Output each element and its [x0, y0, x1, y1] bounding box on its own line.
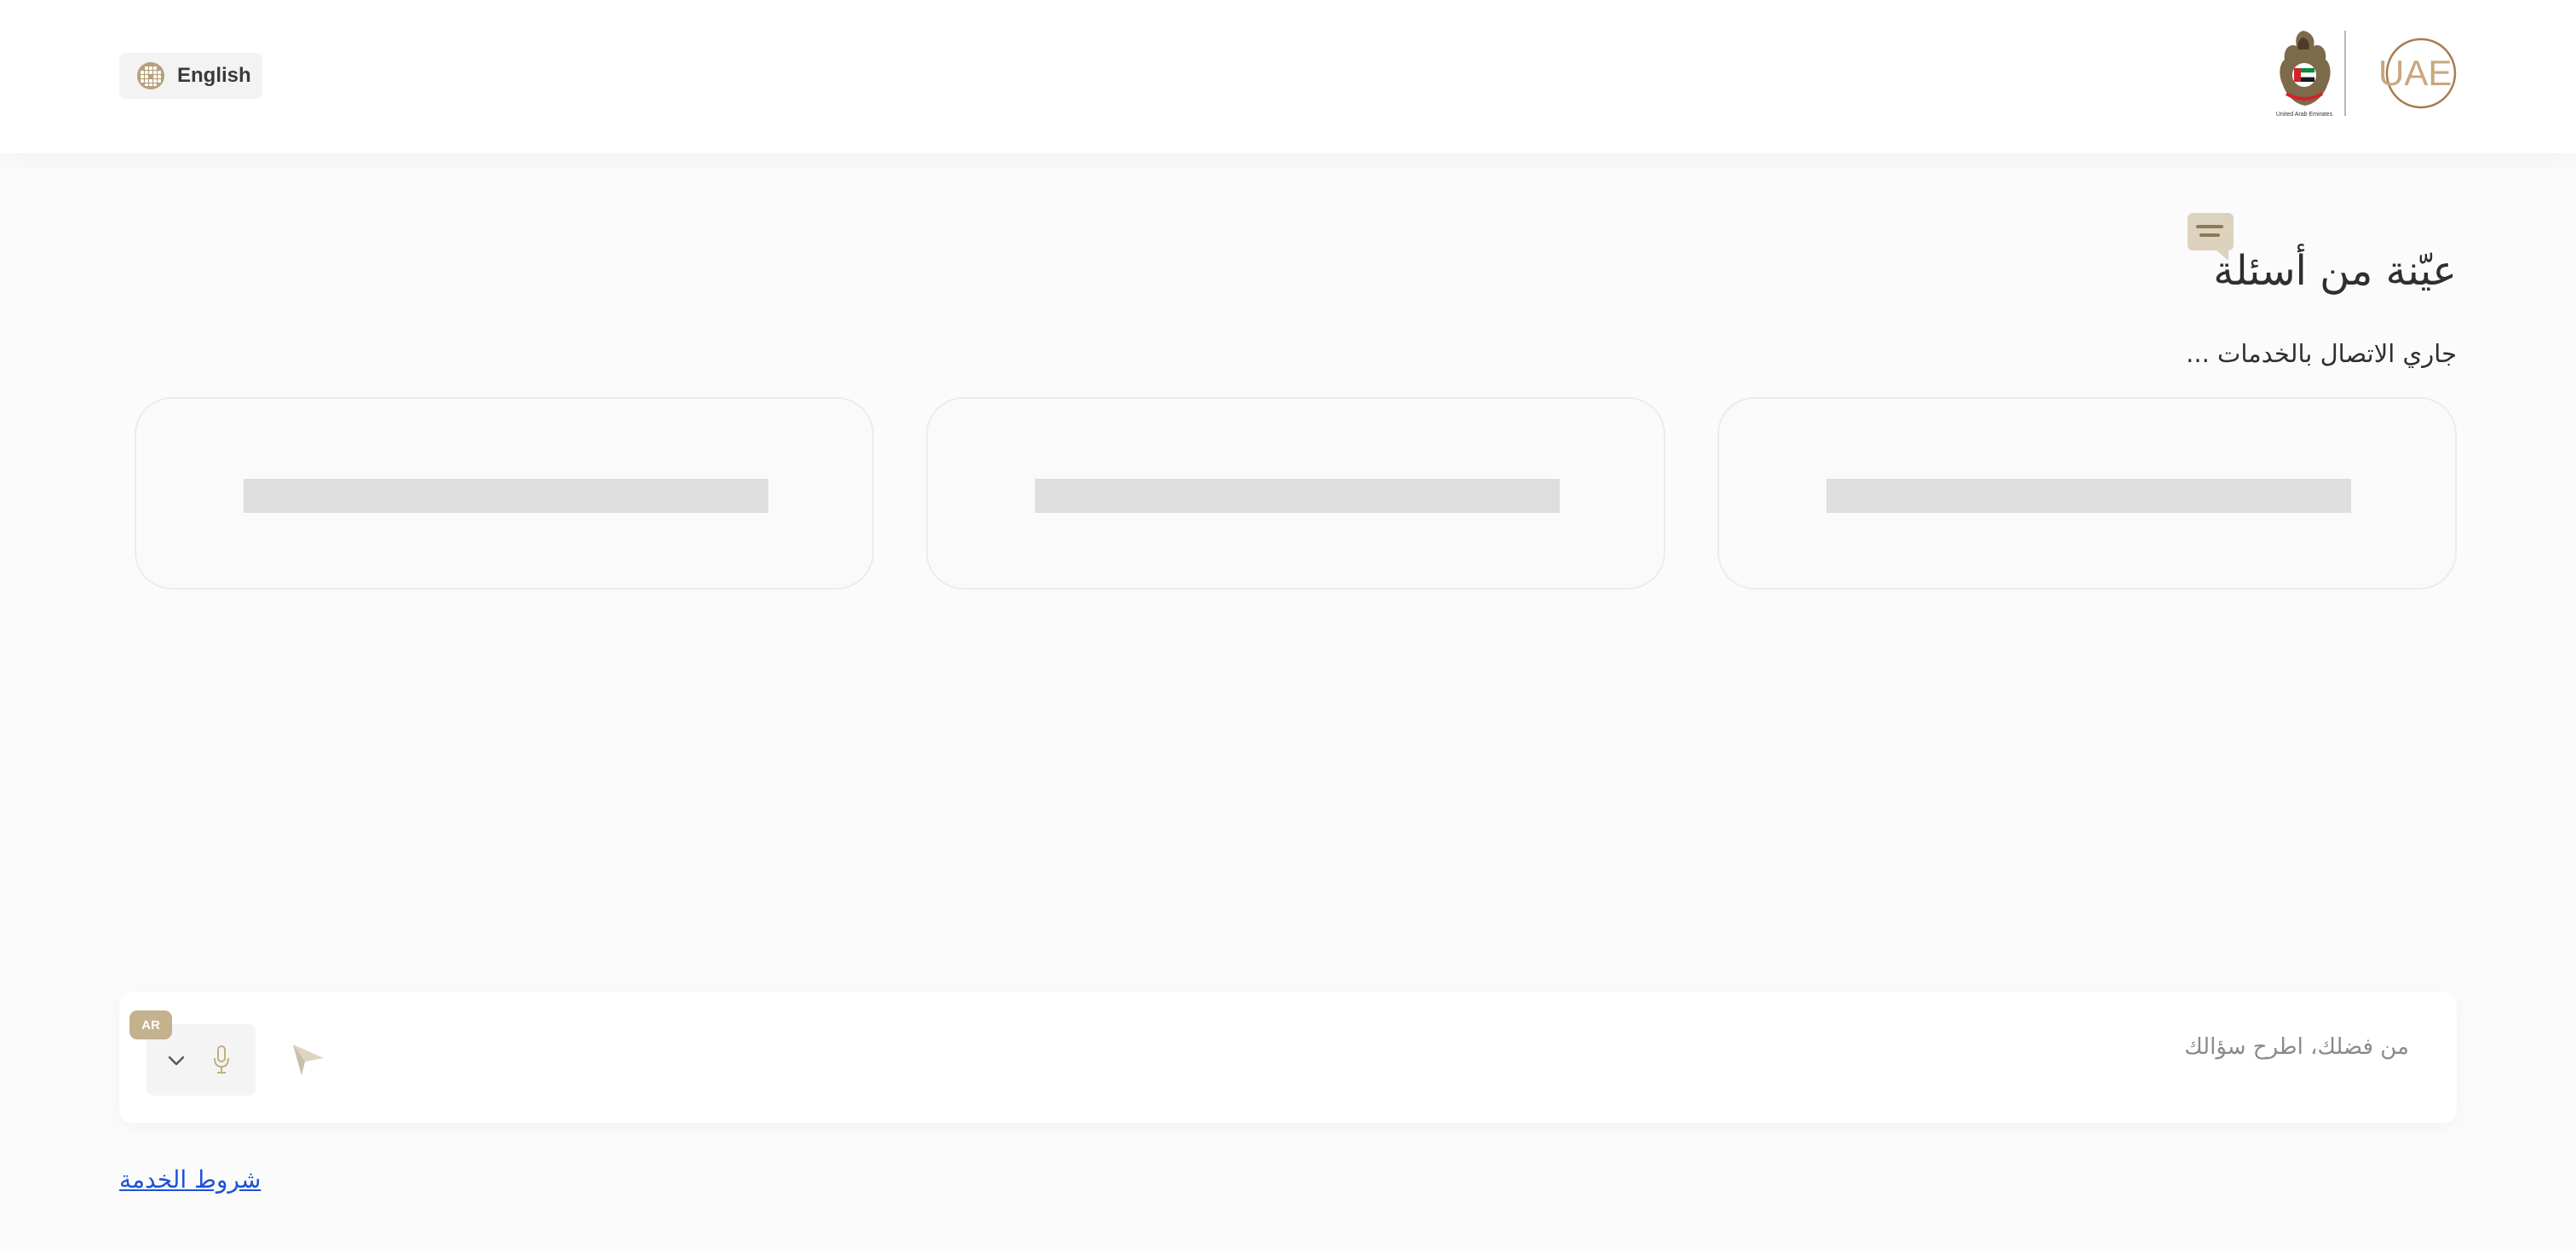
- question-composer: AR: [119, 992, 2457, 1123]
- language-toggle-button[interactable]: English: [119, 53, 262, 99]
- falcon-emblem-icon: United Arab Emirates: [2276, 31, 2333, 118]
- language-toggle-label: English: [177, 64, 251, 87]
- skeleton-placeholder: [1826, 479, 2351, 513]
- sample-question-card-2[interactable]: [926, 397, 1665, 590]
- uae-emblem-logo: United Arab Emirates UAE: [2276, 31, 2457, 118]
- skeleton-placeholder: [244, 479, 768, 513]
- skeleton-placeholder: [1035, 479, 1560, 513]
- send-icon[interactable]: [290, 1039, 327, 1077]
- sample-questions-grid: [135, 397, 2457, 590]
- terms-of-service-link[interactable]: شروط الخدمة: [119, 1166, 261, 1194]
- microphone-icon[interactable]: [213, 1045, 230, 1075]
- chevron-down-icon[interactable]: [165, 1050, 187, 1072]
- page-title: عيّنة من أسئلة: [2213, 247, 2457, 295]
- globe-icon: [137, 62, 164, 89]
- sample-question-card-3[interactable]: [135, 397, 874, 590]
- sample-question-card-1[interactable]: [1717, 397, 2457, 590]
- svg-text:United Arab Emirates: United Arab Emirates: [2276, 112, 2333, 118]
- top-header: English United Arab Emirates UAE: [0, 0, 2576, 153]
- connection-status-text: جاري الاتصال بالخدمات ...: [2186, 339, 2457, 368]
- question-input[interactable]: [450, 1026, 2409, 1068]
- uae-logo-text: UAE: [2378, 53, 2452, 93]
- input-language-badge: AR: [129, 1010, 172, 1039]
